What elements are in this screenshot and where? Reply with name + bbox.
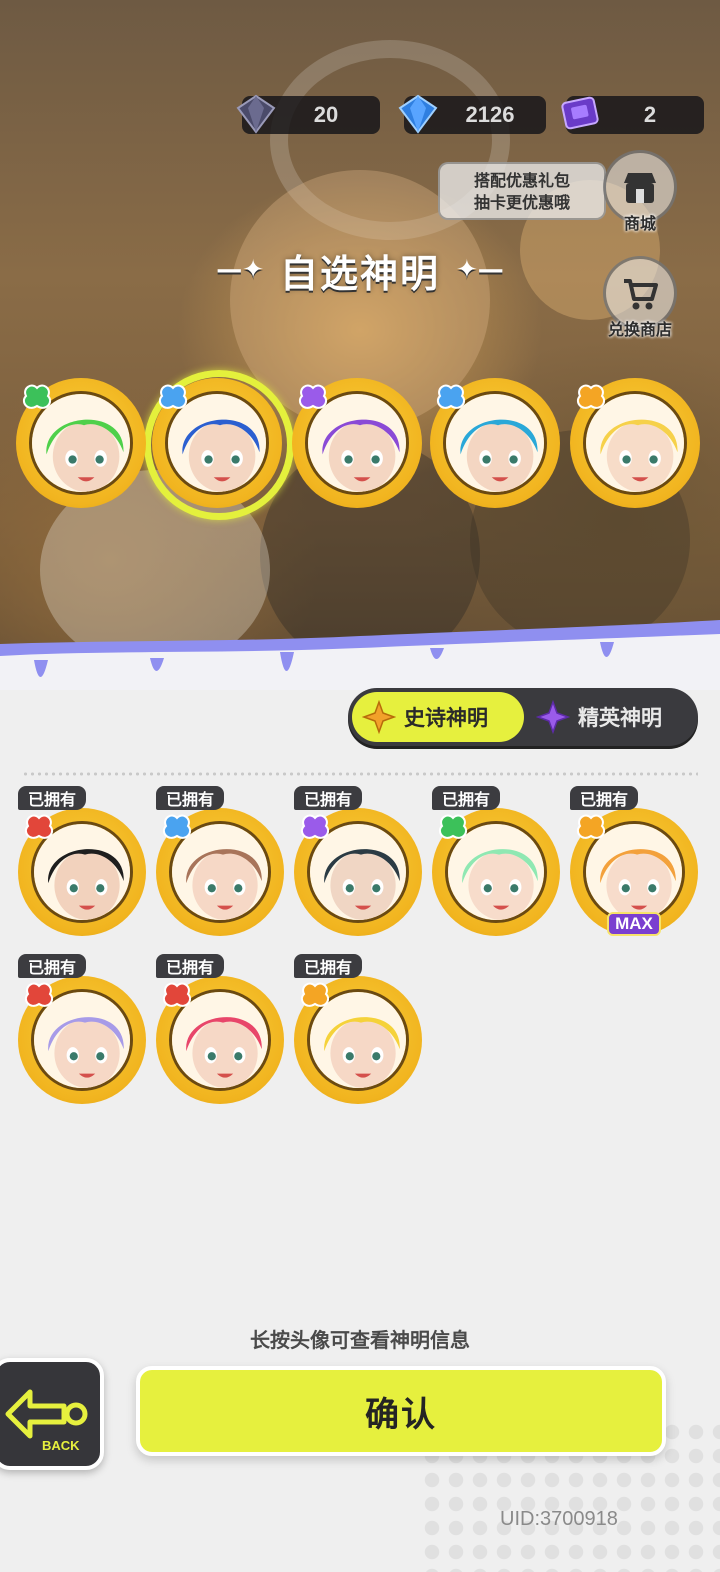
orange-star-icon	[362, 700, 396, 734]
title-left-decoration: —✦	[216, 255, 264, 285]
dark-diamond-icon	[236, 94, 276, 134]
rarity-tag-icon	[300, 982, 330, 1007]
purple-haired-god-avatar[interactable]	[292, 378, 422, 508]
rarity-tag-icon	[162, 982, 192, 1007]
currency-purple-ticket[interactable]: 2	[561, 96, 704, 134]
confirm-button[interactable]: 确认	[136, 1366, 666, 1456]
featured-banner: 20 2126 2 搭配优惠礼包 抽卡更优惠哦 商城 兑换商店 —✦ 自选神明 …	[0, 0, 720, 690]
teal-haired-god-avatar[interactable]	[430, 378, 560, 508]
blue-haired-god-avatar[interactable]	[152, 378, 282, 508]
shop-label: 商城	[623, 214, 656, 233]
rarity-tag-icon	[24, 814, 54, 839]
promo-line-2: 抽卡更优惠哦	[473, 193, 570, 212]
dotted-divider	[22, 772, 698, 776]
long-press-hint: 长按头像可查看神明信息	[250, 1328, 470, 1352]
rarity-tag-icon	[300, 814, 330, 839]
currency-dark-diamond-value: 20	[313, 102, 339, 127]
shop-button[interactable]: 商城	[598, 150, 682, 234]
owned-badge: 已拥有	[432, 786, 501, 810]
back-button[interactable]: BACK	[0, 1358, 104, 1470]
owned-badge: 已拥有	[294, 786, 363, 810]
lavender-haired-god-avatar[interactable]	[18, 976, 146, 1104]
back-label: BACK	[42, 1438, 80, 1453]
exchange-shop-label: 兑换商店	[607, 320, 672, 339]
rarity-tag-icon	[22, 384, 52, 409]
tab-epic-gods[interactable]: 史诗神明	[352, 692, 524, 742]
rarity-tag-icon	[438, 814, 468, 839]
pink-cap-god-avatar[interactable]	[156, 976, 284, 1104]
shop-icon	[624, 173, 656, 203]
promo-bubble[interactable]: 搭配优惠礼包 抽卡更优惠哦	[438, 162, 606, 220]
max-level-badge: MAX	[607, 912, 661, 936]
rarity-tag-icon	[158, 384, 188, 409]
purple-star-icon	[536, 700, 570, 734]
owned-badge: 已拥有	[156, 786, 225, 810]
promo-line-1: 搭配优惠礼包	[473, 171, 570, 190]
owned-badge: 已拥有	[294, 954, 363, 978]
currency-dark-diamond[interactable]: 20	[236, 94, 380, 134]
rarity-tag-icon	[298, 384, 328, 409]
page-title: 自选神明	[279, 251, 440, 296]
paint-splash-divider	[0, 620, 720, 690]
owned-badge: 已拥有	[18, 954, 87, 978]
owned-badge: 已拥有	[18, 786, 87, 810]
owned-badge: 已拥有	[570, 786, 639, 810]
dark-teal-haired-god-avatar[interactable]	[294, 808, 422, 936]
blue-diamond-icon	[398, 94, 438, 134]
currency-blue-diamond-value: 2126	[465, 102, 515, 127]
title-right-decoration: ✦—	[456, 255, 504, 285]
owned-badge: 已拥有	[156, 954, 225, 978]
yellow-helmet-god-avatar[interactable]	[294, 976, 422, 1104]
rarity-tag-icon	[436, 384, 466, 409]
god-type-tabs: 史诗神明 精英神明	[348, 688, 698, 746]
back-arrow-icon: BACK	[5, 1389, 88, 1453]
rarity-tag-icon	[576, 384, 606, 409]
rarity-tag-icon	[162, 814, 192, 839]
green-haired-god-avatar[interactable]	[16, 378, 146, 508]
title-row: —✦ 自选神明 ✦—	[0, 240, 720, 300]
currency-purple-ticket-value: 2	[643, 102, 657, 127]
tab-epic-label: 史诗神明	[404, 706, 488, 730]
tab-elite-gods[interactable]: 精英神明	[526, 692, 694, 742]
currency-blue-diamond[interactable]: 2126	[398, 94, 546, 134]
black-haired-god-avatar[interactable]	[18, 808, 146, 936]
brown-haired-god-avatar[interactable]	[156, 808, 284, 936]
rarity-tag-icon	[24, 982, 54, 1007]
mint-haired-god-avatar[interactable]	[432, 808, 560, 936]
user-id: UID:3700918	[500, 1508, 618, 1530]
blonde-god-avatar[interactable]	[570, 378, 700, 508]
tab-elite-label: 精英神明	[578, 706, 662, 730]
rarity-tag-icon	[576, 814, 606, 839]
purple-ticket-icon	[561, 96, 599, 130]
